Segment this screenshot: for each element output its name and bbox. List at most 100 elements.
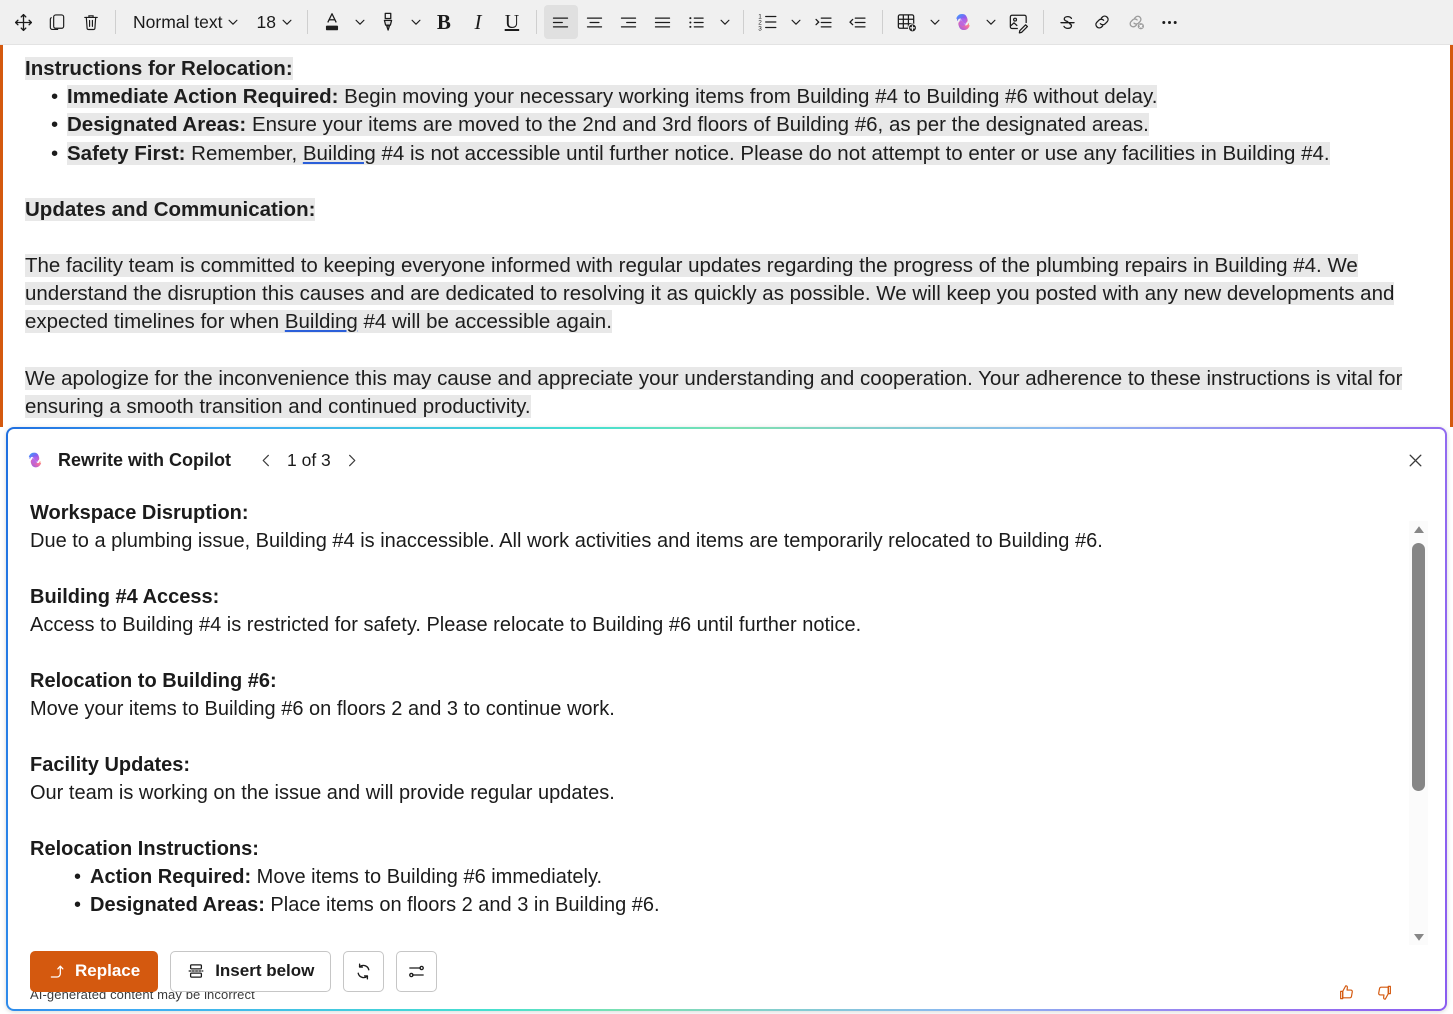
italic-button[interactable]: I xyxy=(461,5,495,39)
move-handle-icon[interactable] xyxy=(6,5,40,39)
spelling-error-word[interactable]: Building xyxy=(285,310,358,333)
toolbar-separator xyxy=(306,10,308,34)
list-item: Action Required: Move items to Building … xyxy=(30,863,1380,891)
justify-button[interactable] xyxy=(646,5,680,39)
adjust-button[interactable] xyxy=(396,950,438,992)
paragraph-text: The facility team is committed to keepin… xyxy=(25,254,1395,334)
sliders-icon xyxy=(407,962,426,981)
underline-button[interactable]: U xyxy=(495,5,529,39)
suggestion-heading: Facility Updates: xyxy=(30,754,191,776)
align-center-button[interactable] xyxy=(578,5,612,39)
replace-icon xyxy=(48,963,65,980)
suggestion-text: Move your items to Building #6 on floors… xyxy=(30,698,615,720)
replace-label: Replace xyxy=(75,961,141,980)
chevron-down-icon[interactable] xyxy=(924,5,946,39)
chevron-down-icon[interactable] xyxy=(714,5,736,39)
align-right-button[interactable] xyxy=(612,5,646,39)
font-size-select[interactable]: 18 xyxy=(246,5,299,39)
app-root: Normal text 18 B I U 1 2 3 Instructions … xyxy=(0,0,1453,1014)
toolbar-separator xyxy=(742,10,744,34)
suggestion-text: Access to Building #4 is restricted for … xyxy=(30,614,862,636)
document-paragraph-1: The facility team is committed to keepin… xyxy=(25,252,1428,337)
insert-table-icon[interactable] xyxy=(890,5,924,39)
suggestion-scroll-view: Workspace Disruption: Due to a plumbing … xyxy=(8,491,1398,1009)
paragraph-text: We apologize for the inconvenience this … xyxy=(25,366,1403,418)
list-item: Designated Areas: Place items on floors … xyxy=(30,891,1380,919)
insert-link-icon[interactable] xyxy=(1085,5,1119,39)
bold-button[interactable]: B xyxy=(427,5,461,39)
align-left-button[interactable] xyxy=(543,5,578,39)
bullet-text: Remember, xyxy=(185,141,303,165)
spelling-error-word[interactable]: Building xyxy=(303,142,376,165)
increase-indent-button[interactable] xyxy=(807,5,841,39)
more-options-icon[interactable] xyxy=(1153,5,1187,39)
toolbar-separator xyxy=(1042,10,1044,34)
bullet-label: Action Required: xyxy=(90,866,252,888)
formatting-toolbar: Normal text 18 B I U 1 2 3 xyxy=(0,0,1453,45)
suggestion-bullet-list: Action Required: Move items to Building … xyxy=(30,863,1380,919)
replace-button[interactable]: Replace xyxy=(30,950,159,992)
delete-icon[interactable] xyxy=(74,5,108,39)
scrollbar-thumb[interactable] xyxy=(1412,543,1425,791)
list-item: Safety First: Remember, Building #4 is n… xyxy=(25,140,1428,168)
regenerate-button[interactable] xyxy=(343,950,385,992)
bullet-text: Place items on floors 2 and 3 in Buildin… xyxy=(264,894,660,916)
scroll-up-icon[interactable] xyxy=(1409,521,1428,537)
refresh-icon xyxy=(354,962,373,981)
insert-below-label: Insert below xyxy=(215,961,315,980)
chevron-down-icon[interactable] xyxy=(349,5,371,39)
suggestion-heading: Building #4 Access: xyxy=(30,586,220,608)
suggestion-pager: 1 of 3 xyxy=(251,445,367,475)
numbered-list-button[interactable]: 1 2 3 xyxy=(751,5,785,39)
close-icon[interactable] xyxy=(1399,444,1431,476)
remove-link-icon[interactable] xyxy=(1119,5,1153,39)
copilot-icon xyxy=(24,449,46,471)
document-heading-2: Updates and Communication: xyxy=(25,196,1428,224)
highlight-icon[interactable] xyxy=(371,5,405,39)
toolbar-separator xyxy=(881,10,883,34)
insert-below-icon xyxy=(187,962,205,980)
suggestion-scrollbar[interactable] xyxy=(1409,521,1428,945)
chevron-down-icon[interactable] xyxy=(222,5,244,39)
heading-text: Instructions for Relocation: xyxy=(25,57,293,80)
copilot-icon[interactable] xyxy=(946,5,980,39)
bullet-text-cont: #4 is not accessible until further notic… xyxy=(375,141,1330,165)
chevron-left-icon[interactable] xyxy=(251,445,281,475)
document-editor[interactable]: Instructions for Relocation: Immediate A… xyxy=(0,45,1453,427)
bullet-label: Safety First: xyxy=(67,141,186,165)
decrease-indent-button[interactable] xyxy=(841,5,875,39)
scrollbar-track[interactable] xyxy=(1409,537,1428,929)
bullet-label: Designated Areas: xyxy=(90,894,265,916)
document-heading-1: Instructions for Relocation: xyxy=(25,55,1428,83)
document-bullet-list: Immediate Action Required: Begin moving … xyxy=(25,83,1428,168)
font-color-icon[interactable] xyxy=(315,5,349,39)
chevron-right-icon[interactable] xyxy=(337,445,367,475)
suggestion-text: Due to a plumbing issue, Building #4 is … xyxy=(30,530,1103,552)
chevron-down-icon[interactable] xyxy=(405,5,427,39)
insert-below-button[interactable]: Insert below xyxy=(170,950,332,992)
insert-picture-icon[interactable] xyxy=(1002,5,1036,39)
chevron-down-icon[interactable] xyxy=(980,5,1002,39)
strikethrough-button[interactable] xyxy=(1051,5,1085,39)
paragraph-style-select[interactable]: Normal text xyxy=(123,5,246,39)
copilot-action-bar: Replace Insert below xyxy=(8,933,1445,1009)
chevron-down-icon[interactable] xyxy=(785,5,807,39)
chevron-down-icon[interactable] xyxy=(276,5,298,39)
bullet-label: Designated Areas: xyxy=(67,113,247,137)
bullet-label: Immediate Action Required: xyxy=(67,85,339,109)
toolbar-separator xyxy=(115,10,116,34)
list-item: Designated Areas: Ensure your items are … xyxy=(25,111,1428,140)
document-paragraph-2: We apologize for the inconvenience this … xyxy=(25,365,1428,421)
list-item: Immediate Action Required: Begin moving … xyxy=(25,83,1428,112)
suggestion-heading: Relocation to Building #6: xyxy=(30,670,277,692)
copilot-panel-title: Rewrite with Copilot xyxy=(58,449,231,470)
bulleted-list-button[interactable] xyxy=(680,5,714,39)
copy-icon[interactable] xyxy=(40,5,74,39)
suggestion-heading: Workspace Disruption: xyxy=(30,502,249,524)
